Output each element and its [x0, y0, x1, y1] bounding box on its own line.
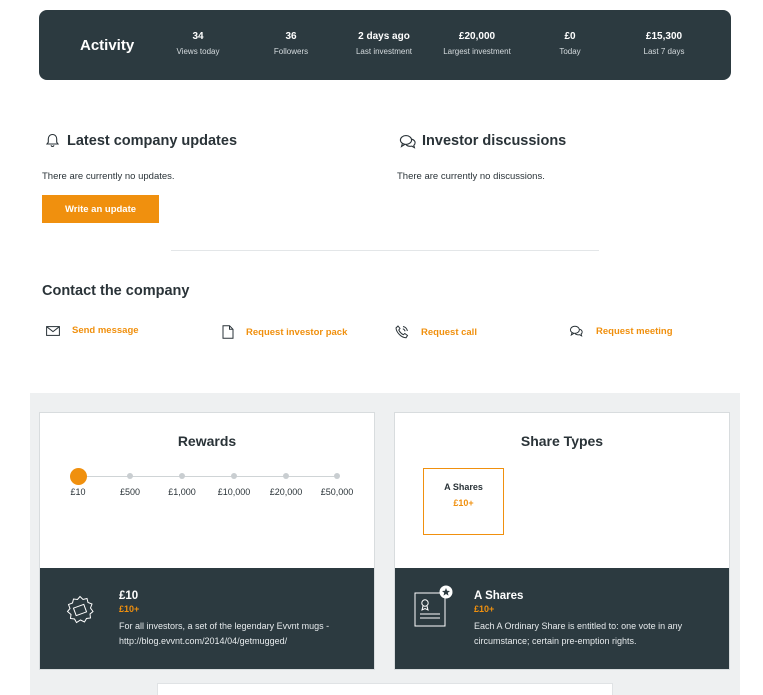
reward-detail-panel: £10 £10+ For all investors, a set of the…: [40, 561, 374, 669]
reward-tier-dot-selected[interactable]: [70, 468, 87, 485]
send-message-label: Send message: [72, 325, 139, 336]
activity-title: Activity: [80, 37, 135, 54]
share-detail-subtitle: £10+: [474, 604, 495, 614]
reward-badge-icon: [66, 595, 94, 624]
stat-label: Largest investment: [443, 47, 511, 56]
discussions-heading: Investor discussions: [422, 133, 567, 149]
updates-heading: Latest company updates: [67, 133, 238, 149]
reward-tier-dot[interactable]: [179, 473, 185, 479]
reward-tier-label[interactable]: £10,000: [204, 487, 264, 497]
reward-tier-dot[interactable]: [283, 473, 289, 479]
stat-label: Views today: [176, 47, 220, 56]
reward-tier-label[interactable]: £1,000: [152, 487, 212, 497]
stat-value: £15,300: [645, 31, 683, 42]
stat-value: 2 days ago: [358, 31, 410, 42]
reward-tier-dot[interactable]: [127, 473, 133, 479]
stat-largest-investment: £20,000 Largest investment: [427, 31, 527, 56]
reward-tier-label[interactable]: £10: [48, 487, 108, 497]
stat-views-today: 34 Views today: [148, 31, 248, 56]
share-types-card: Share Types A Shares £10+ A Shares £10+ …: [394, 412, 730, 670]
stat-followers: 36 Followers: [241, 31, 341, 56]
phone-icon: [395, 325, 409, 339]
request-call-link[interactable]: Request call: [395, 325, 477, 339]
stat-label: Last investment: [355, 47, 413, 56]
contact-heading: Contact the company: [42, 283, 190, 299]
stat-label: Last 7 days: [643, 47, 685, 56]
chat-bubbles-icon: [569, 325, 583, 337]
stat-label: Today: [559, 47, 581, 56]
stat-label: Followers: [273, 47, 309, 56]
write-update-button[interactable]: Write an update: [42, 195, 159, 223]
request-meeting-link[interactable]: Request meeting: [569, 325, 673, 337]
share-type-price: £10+: [453, 498, 474, 508]
share-type-option[interactable]: A Shares £10+: [423, 468, 504, 535]
activity-bar: Activity 34 Views today 36 Followers 2 d…: [39, 10, 731, 80]
request-investor-pack-label: Request investor pack: [246, 326, 348, 338]
share-detail-description: Each A Ordinary Share is entitled to: on…: [474, 621, 683, 646]
cropped-notice-box: [157, 683, 613, 695]
share-detail-panel: A Shares £10+ Each A Ordinary Share is e…: [395, 561, 729, 669]
envelope-icon: [46, 325, 60, 336]
reward-tier-dot[interactable]: [231, 473, 237, 479]
discussions-empty-text: There are currently no discussions.: [397, 171, 545, 182]
share-type-name: A Shares: [444, 482, 483, 492]
panel-pointer: [555, 561, 571, 568]
request-call-label: Request call: [421, 326, 477, 338]
stat-value: £0: [564, 31, 576, 42]
reward-tier-label[interactable]: £50,000: [307, 487, 367, 497]
panel-pointer: [200, 561, 216, 568]
rewards-slider-track[interactable]: [78, 476, 337, 477]
request-meeting-label: Request meeting: [596, 325, 673, 337]
chat-bubbles-icon: [399, 135, 416, 149]
reward-tier-dot[interactable]: [334, 473, 340, 479]
reward-detail-subtitle: £10+: [119, 604, 140, 614]
stat-value: £20,000: [458, 31, 496, 42]
reward-detail-description: For all investors, a set of the legendar…: [119, 621, 330, 646]
certificate-icon: [414, 585, 453, 627]
bell-icon: [45, 133, 60, 148]
reward-tier-label[interactable]: £500: [100, 487, 160, 497]
stat-value: 34: [192, 31, 204, 42]
share-detail-title: A Shares: [474, 590, 524, 602]
stat-last-investment: 2 days ago Last investment: [334, 31, 434, 56]
rewards-card: Rewards £10 £500 £1,000 £10,000 £20,000 …: [39, 412, 375, 670]
document-icon: [222, 325, 234, 339]
section-divider: [171, 250, 599, 251]
request-investor-pack-link[interactable]: Request investor pack: [222, 325, 347, 339]
stat-last-7-days: £15,300 Last 7 days: [614, 31, 714, 56]
updates-empty-text: There are currently no updates.: [42, 171, 175, 182]
share-types-title: Share Types: [520, 433, 604, 449]
reward-detail-title: £10: [119, 590, 139, 602]
rewards-title: Rewards: [177, 433, 237, 449]
send-message-link[interactable]: Send message: [46, 325, 139, 336]
stat-value: 36: [285, 31, 297, 42]
stat-today: £0 Today: [520, 31, 620, 56]
